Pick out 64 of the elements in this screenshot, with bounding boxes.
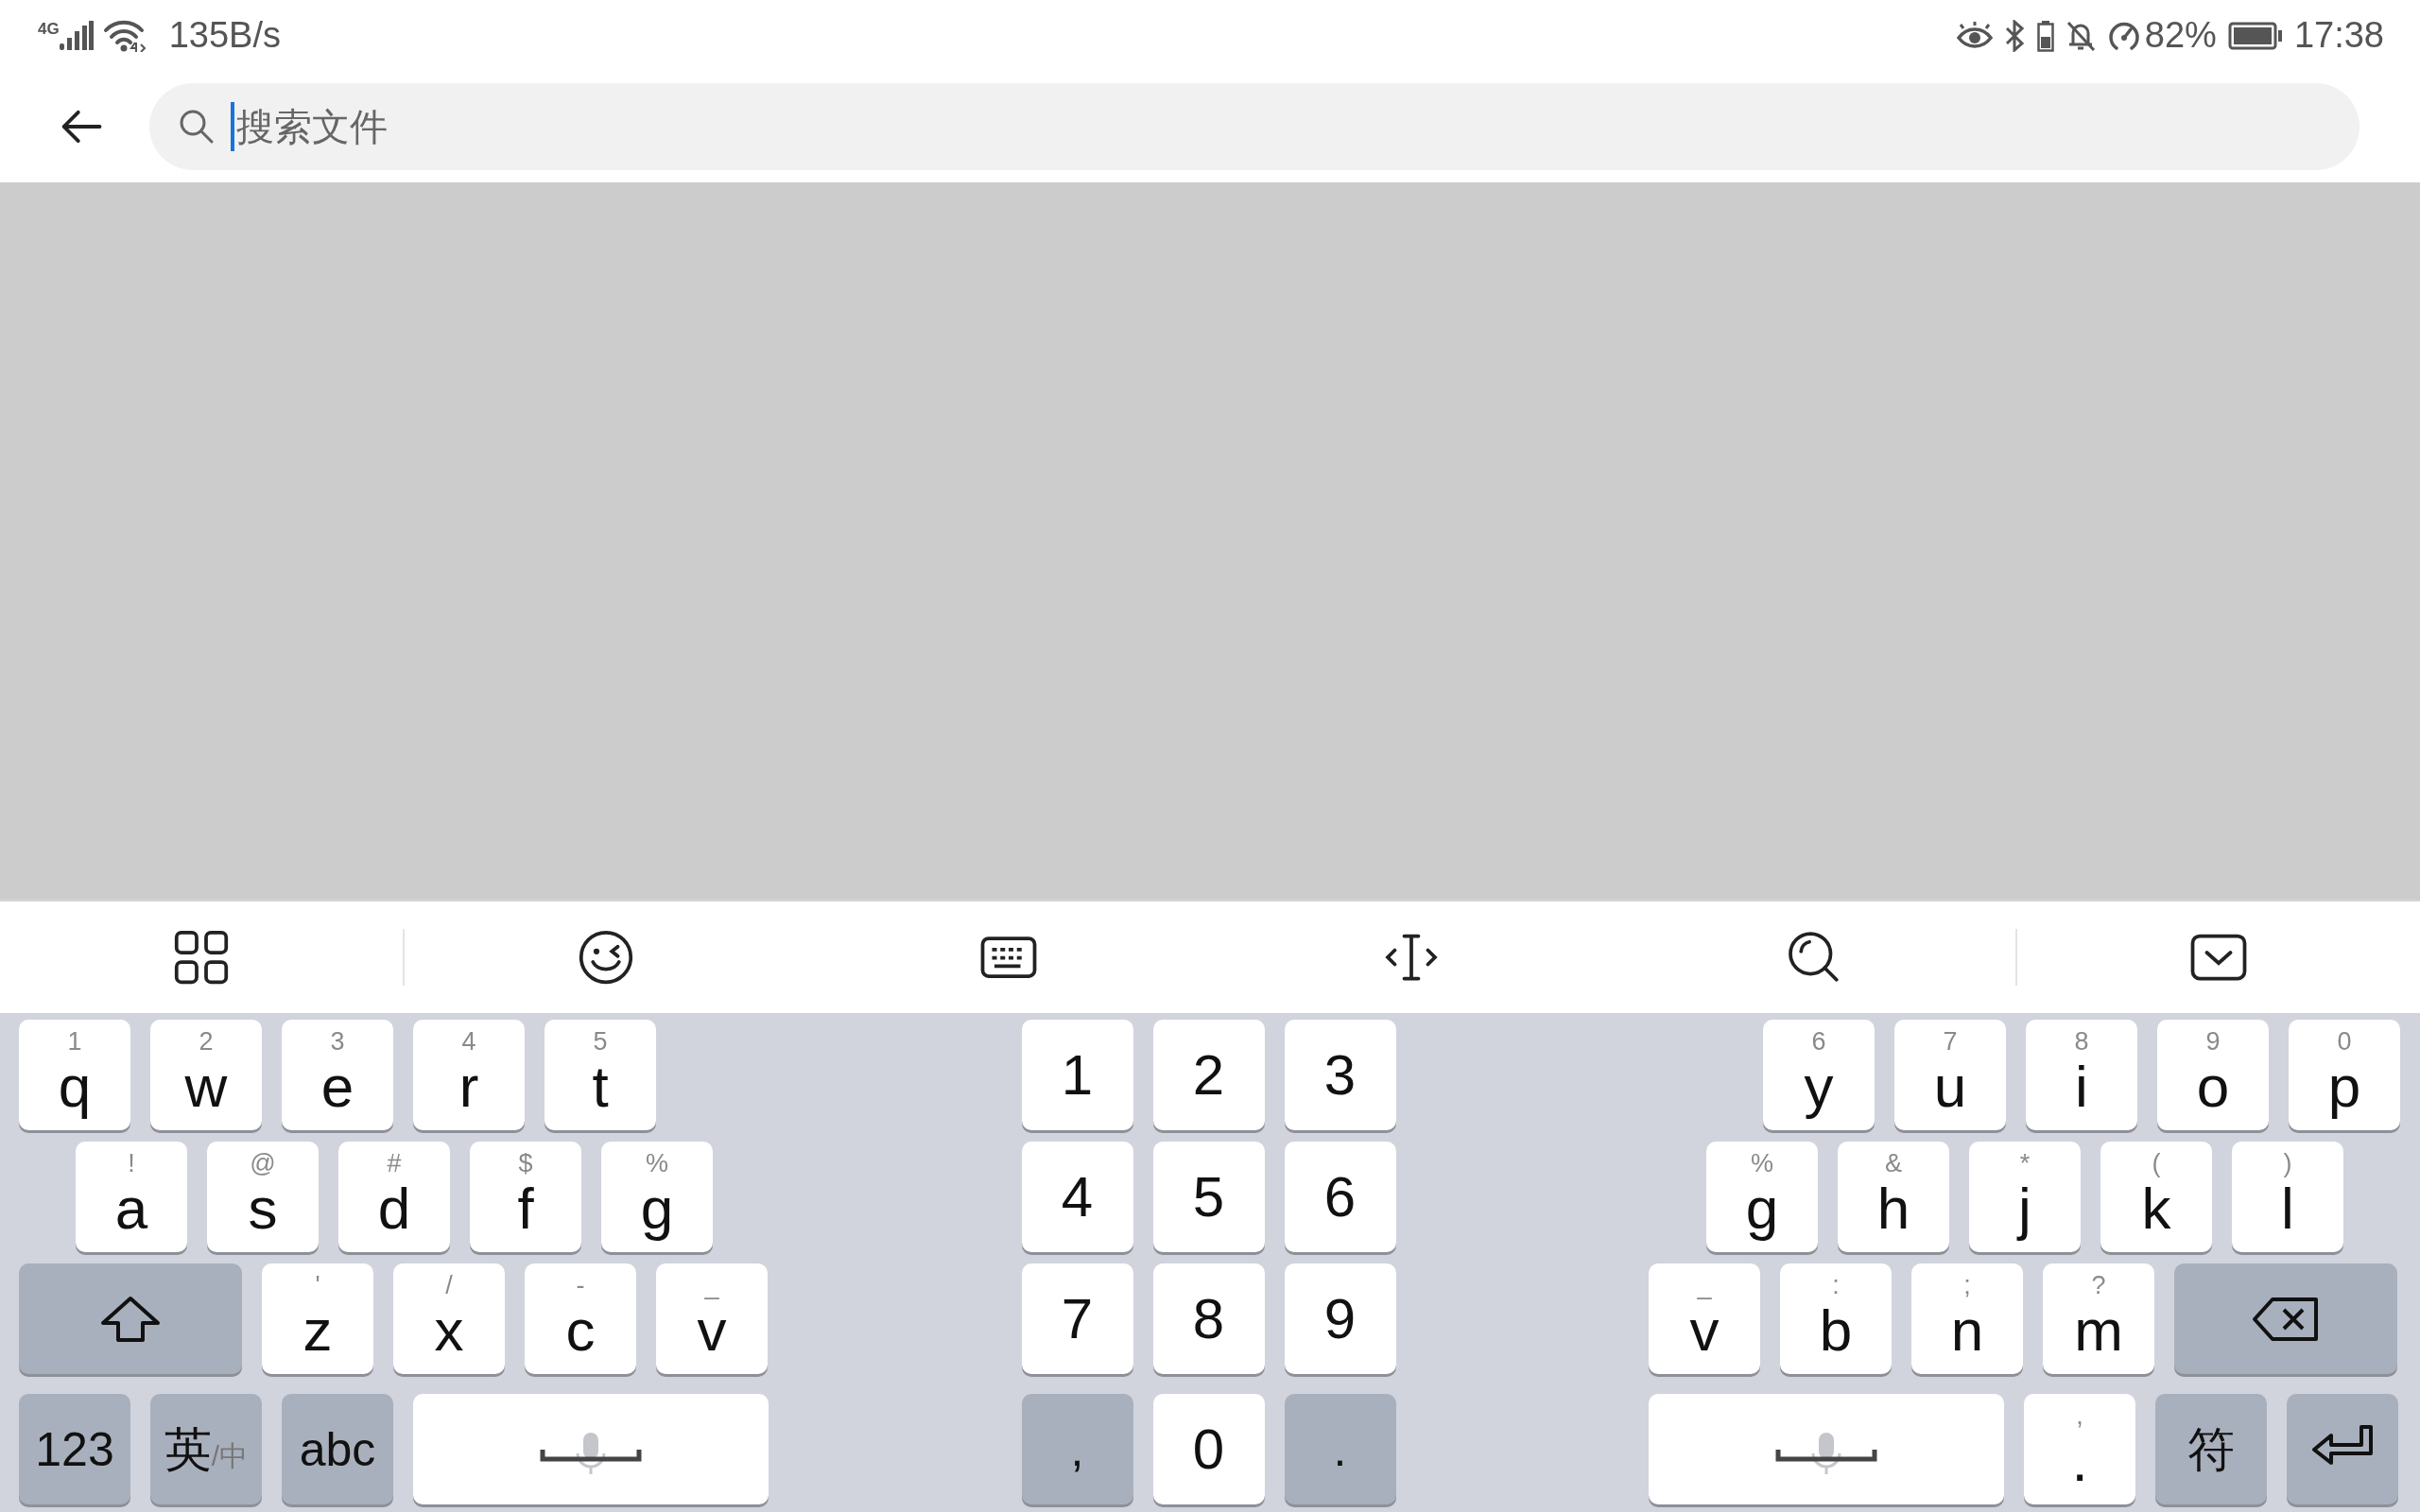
emoji-icon[interactable]: [578, 929, 634, 986]
key[interactable]: 5: [1152, 1142, 1265, 1252]
key[interactable]: 5 t: [544, 1020, 656, 1130]
key[interactable]: * j: [1969, 1142, 2081, 1252]
key[interactable]: / x: [393, 1263, 505, 1374]
key[interactable]: 123: [19, 1394, 130, 1504]
key[interactable]: - c: [525, 1263, 636, 1374]
shift-key[interactable]: [19, 1263, 242, 1374]
key[interactable]: 0 p: [2289, 1020, 2400, 1130]
key[interactable]: .: [1284, 1394, 1396, 1504]
clock-text: 17:38: [2293, 14, 2384, 57]
key[interactable]: 3 e: [282, 1020, 393, 1130]
key[interactable]: : b: [1780, 1263, 1892, 1374]
key[interactable]: 4: [1021, 1142, 1133, 1252]
key[interactable]: 7 u: [1894, 1020, 2006, 1130]
eye-icon: [1955, 20, 1994, 51]
key[interactable]: 符: [2155, 1394, 2267, 1504]
key[interactable]: _ v: [1649, 1263, 1760, 1374]
key[interactable]: 1 q: [19, 1020, 130, 1130]
key[interactable]: 9: [1284, 1263, 1396, 1374]
apps-grid-icon[interactable]: [173, 929, 230, 986]
battery-percent-text: 82%: [2144, 14, 2217, 57]
bluetooth-icon: [2004, 19, 2026, 52]
battery-small-icon: [2036, 19, 2054, 52]
key[interactable]: _ v: [656, 1263, 768, 1374]
key[interactable]: 2: [1152, 1020, 1265, 1130]
key[interactable]: 9 o: [2157, 1020, 2269, 1130]
backspace-key[interactable]: [2174, 1263, 2397, 1374]
enter-key[interactable]: [2287, 1394, 2398, 1504]
key[interactable]: ) l: [2232, 1142, 2343, 1252]
key[interactable]: 7: [1021, 1263, 1133, 1374]
backspace-icon: [2252, 1295, 2320, 1343]
network-type-label: 4G: [38, 19, 60, 40]
key[interactable]: 0: [1152, 1394, 1265, 1504]
key[interactable]: abc: [282, 1394, 393, 1504]
search-bar[interactable]: 搜索文件: [149, 83, 2360, 170]
key[interactable]: , .: [2024, 1394, 2135, 1504]
key[interactable]: 4 r: [413, 1020, 525, 1130]
key[interactable]: 6: [1284, 1142, 1396, 1252]
key[interactable]: 2 w: [150, 1020, 262, 1130]
bell-off-icon: [2065, 19, 2096, 52]
key[interactable]: 英/中: [150, 1394, 262, 1504]
key[interactable]: 3: [1284, 1020, 1396, 1130]
key[interactable]: $ f: [470, 1142, 581, 1252]
network-speed-text: 135B/s: [168, 14, 281, 57]
key[interactable]: 8 i: [2026, 1020, 2137, 1130]
key[interactable]: % g: [601, 1142, 713, 1252]
key[interactable]: 6 y: [1763, 1020, 1875, 1130]
key[interactable]: ,: [1021, 1394, 1133, 1504]
signal-icon: [59, 20, 94, 51]
key[interactable]: ! a: [76, 1142, 187, 1252]
key[interactable]: ? m: [2043, 1263, 2154, 1374]
battery-icon: [2227, 21, 2283, 50]
key[interactable]: % g: [1706, 1142, 1818, 1252]
search-icon: [178, 108, 216, 146]
key[interactable]: 8: [1152, 1263, 1265, 1374]
key[interactable]: & h: [1838, 1142, 1949, 1252]
key[interactable]: ( k: [2100, 1142, 2212, 1252]
key[interactable]: # d: [338, 1142, 450, 1252]
key[interactable]: @ s: [207, 1142, 319, 1252]
key[interactable]: ; n: [1911, 1263, 2023, 1374]
wifi-icon: [102, 19, 147, 52]
key[interactable]: ' z: [262, 1263, 373, 1374]
key[interactable]: 1: [1021, 1020, 1133, 1130]
